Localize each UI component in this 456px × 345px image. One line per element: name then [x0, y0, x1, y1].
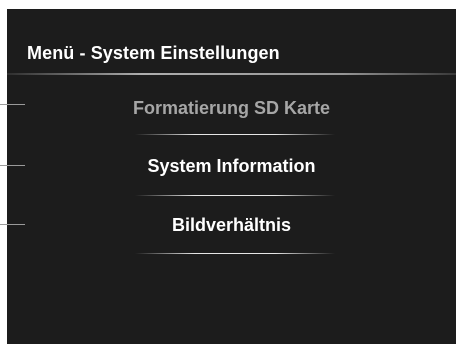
menu-item-system-information[interactable]: System Information	[7, 148, 456, 188]
menu-item-aspect-ratio[interactable]: Bildverhältnis	[7, 207, 456, 247]
menu-item-label: System Information	[147, 156, 316, 176]
menu-item-format-sd-card[interactable]: Formatierung SD Karte	[7, 90, 456, 130]
menu-item-label: Bildverhältnis	[171, 215, 292, 235]
menu-screen: Menü - System Einstellungen Formatierung…	[7, 9, 456, 344]
title-divider	[7, 73, 456, 75]
menu-item-label: Formatierung SD Karte	[132, 98, 331, 118]
menu-title: Menü - System Einstellungen	[27, 43, 280, 63]
scroll-tick	[0, 224, 25, 225]
menu-item-divider	[135, 195, 335, 196]
menu-item-divider	[135, 253, 335, 254]
scroll-tick	[0, 104, 25, 105]
scroll-tick	[0, 165, 25, 166]
menu-item-divider	[135, 134, 335, 135]
